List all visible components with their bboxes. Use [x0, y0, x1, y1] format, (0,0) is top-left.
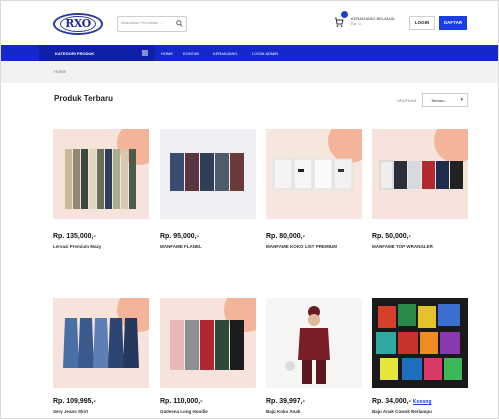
main-navbar: KATEGORI PRODUK HOME KONTAK KERANJANG LO… — [1, 45, 498, 61]
register-button[interactable]: DAFTAR — [439, 16, 467, 30]
product-card[interactable]: Rp. 110,000,- Gadeena Long Hoodie — [160, 298, 256, 418]
product-card[interactable]: Rp. 95,000,- MANFAME FLANEL — [160, 129, 256, 259]
product-price: Rp. 80,000,- — [266, 233, 305, 240]
product-price: Rp. 34,000,- Kosong — [372, 398, 432, 405]
category-menu-button[interactable]: KATEGORI PRODUK — [39, 45, 155, 61]
product-image[interactable] — [53, 129, 149, 219]
cart-count-badge — [341, 11, 348, 18]
product-image[interactable] — [160, 129, 256, 219]
nav-kontak[interactable]: KONTAK — [183, 51, 199, 56]
nav-login-admin[interactable]: LOGIN ADMIN — [252, 51, 278, 56]
product-price: Rp. 95,000,- — [160, 233, 199, 240]
section-title: Produk Terbaru — [54, 94, 113, 103]
product-image[interactable] — [266, 298, 362, 388]
nav-home[interactable]: HOME — [161, 51, 173, 56]
product-image[interactable] — [372, 298, 468, 388]
chevron-down-icon: ▾ — [460, 97, 463, 103]
sort-value: Terbaru — [431, 98, 445, 103]
product-name[interactable]: Lervazi Premium Mazy — [53, 244, 149, 249]
product-image[interactable] — [160, 298, 256, 388]
login-button[interactable]: LOGIN — [409, 16, 435, 30]
product-price-value: Rp. 34,000,- — [372, 398, 411, 405]
logo-text: RXO — [60, 16, 96, 32]
product-price: Rp. 109,995,- — [53, 398, 96, 405]
out-of-stock-badge: Kosong — [412, 399, 432, 405]
product-price: Rp. 135,000,- — [53, 233, 96, 240]
product-name[interactable]: MANFAME KOKO LIST PREMIUM — [266, 244, 362, 249]
site-header: RXO Masukkan Pencarian ... KERANJANG BEL… — [1, 1, 498, 45]
product-name[interactable]: MANFAME TOP WRANGLER — [372, 244, 468, 249]
product-image[interactable] — [266, 129, 362, 219]
product-card[interactable]: Rp. 50,000,- MANFAME TOP WRANGLER — [372, 129, 468, 259]
category-label: KATEGORI PRODUK — [55, 51, 95, 56]
search-input[interactable]: Masukkan Pencarian ... — [117, 16, 187, 32]
nav-keranjang[interactable]: KERANJANG — [213, 51, 237, 56]
product-name[interactable]: MANFAME FLANEL — [160, 244, 256, 249]
search-placeholder: Masukkan Pencarian ... — [121, 20, 163, 25]
product-name[interactable]: Baju Koko Anak — [266, 409, 362, 414]
breadcrumb-home[interactable]: Home — [54, 69, 66, 74]
product-price: Rp. 110,000,- — [160, 398, 203, 405]
product-name[interactable]: Sery Jeans Skirt — [53, 409, 149, 414]
product-name[interactable]: Baju Anak Cowok Berlampu — [372, 409, 468, 414]
product-card[interactable]: Rp. 39,997,- Baju Koko Anak — [266, 298, 362, 418]
product-card[interactable]: Rp. 34,000,- Kosong Baju Anak Cowok Berla… — [372, 298, 468, 418]
sort-select[interactable]: Terbaru ▾ — [422, 93, 468, 107]
product-price: Rp. 39,997,- — [266, 398, 305, 405]
search-icon[interactable] — [176, 20, 183, 27]
breadcrumb-bar: Home — [1, 61, 498, 83]
product-image[interactable] — [53, 298, 149, 388]
cart-summary[interactable]: KERANJANG BELANJA : Rp. 0,- — [351, 16, 396, 26]
product-card[interactable]: Rp. 109,995,- Sery Jeans Skirt — [53, 298, 149, 418]
site-logo[interactable]: RXO — [53, 13, 103, 35]
page-frame: RXO Masukkan Pencarian ... KERANJANG BEL… — [0, 0, 499, 419]
hamburger-icon — [142, 50, 148, 56]
product-card[interactable]: Rp. 80,000,- MANFAME KOKO LIST PREMIUM — [266, 129, 362, 259]
product-image[interactable] — [372, 129, 468, 219]
product-name[interactable]: Gadeena Long Hoodie — [160, 409, 256, 414]
product-price: Rp. 50,000,- — [372, 233, 411, 240]
product-card[interactable]: Rp. 135,000,- Lervazi Premium Mazy — [53, 129, 149, 259]
sort-label: URUTKAN — [397, 98, 417, 103]
cart-value: Rp. 0,- — [351, 21, 364, 26]
